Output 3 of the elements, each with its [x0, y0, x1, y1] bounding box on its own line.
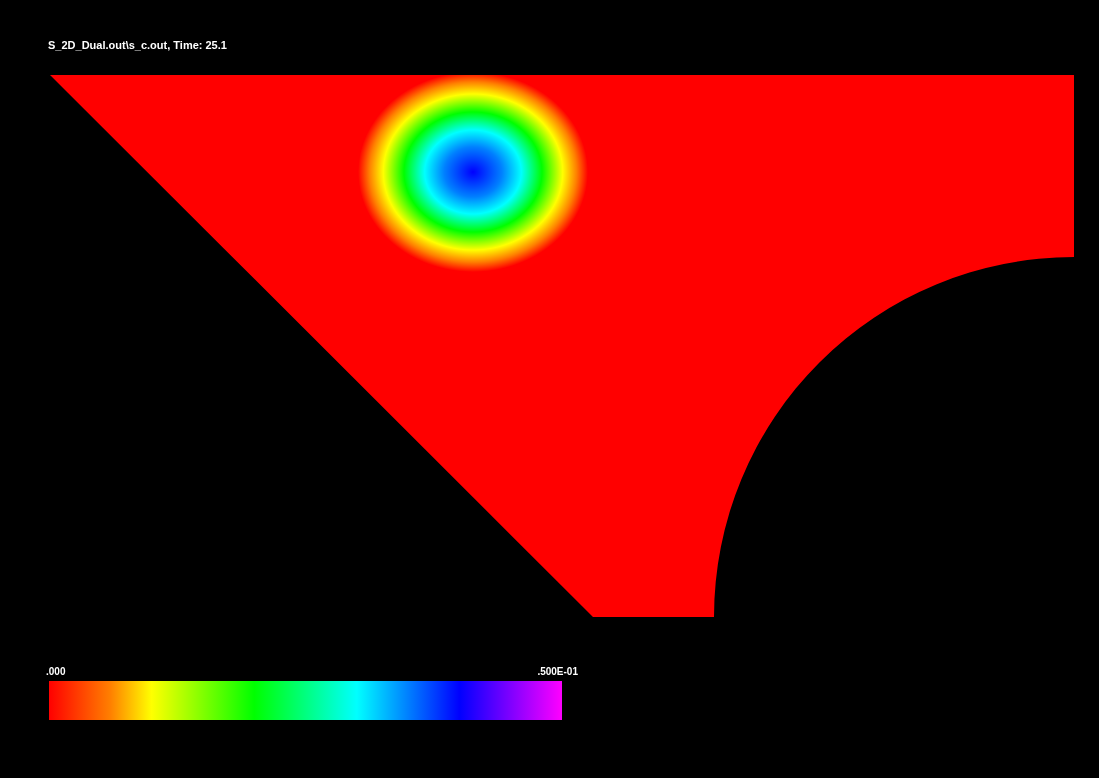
- plot-title: S_2D_Dual.out\s_c.out, Time: 25.1: [48, 39, 227, 51]
- legend-min-label: .000: [46, 666, 66, 678]
- legend-max-label: .500E-01: [537, 666, 578, 678]
